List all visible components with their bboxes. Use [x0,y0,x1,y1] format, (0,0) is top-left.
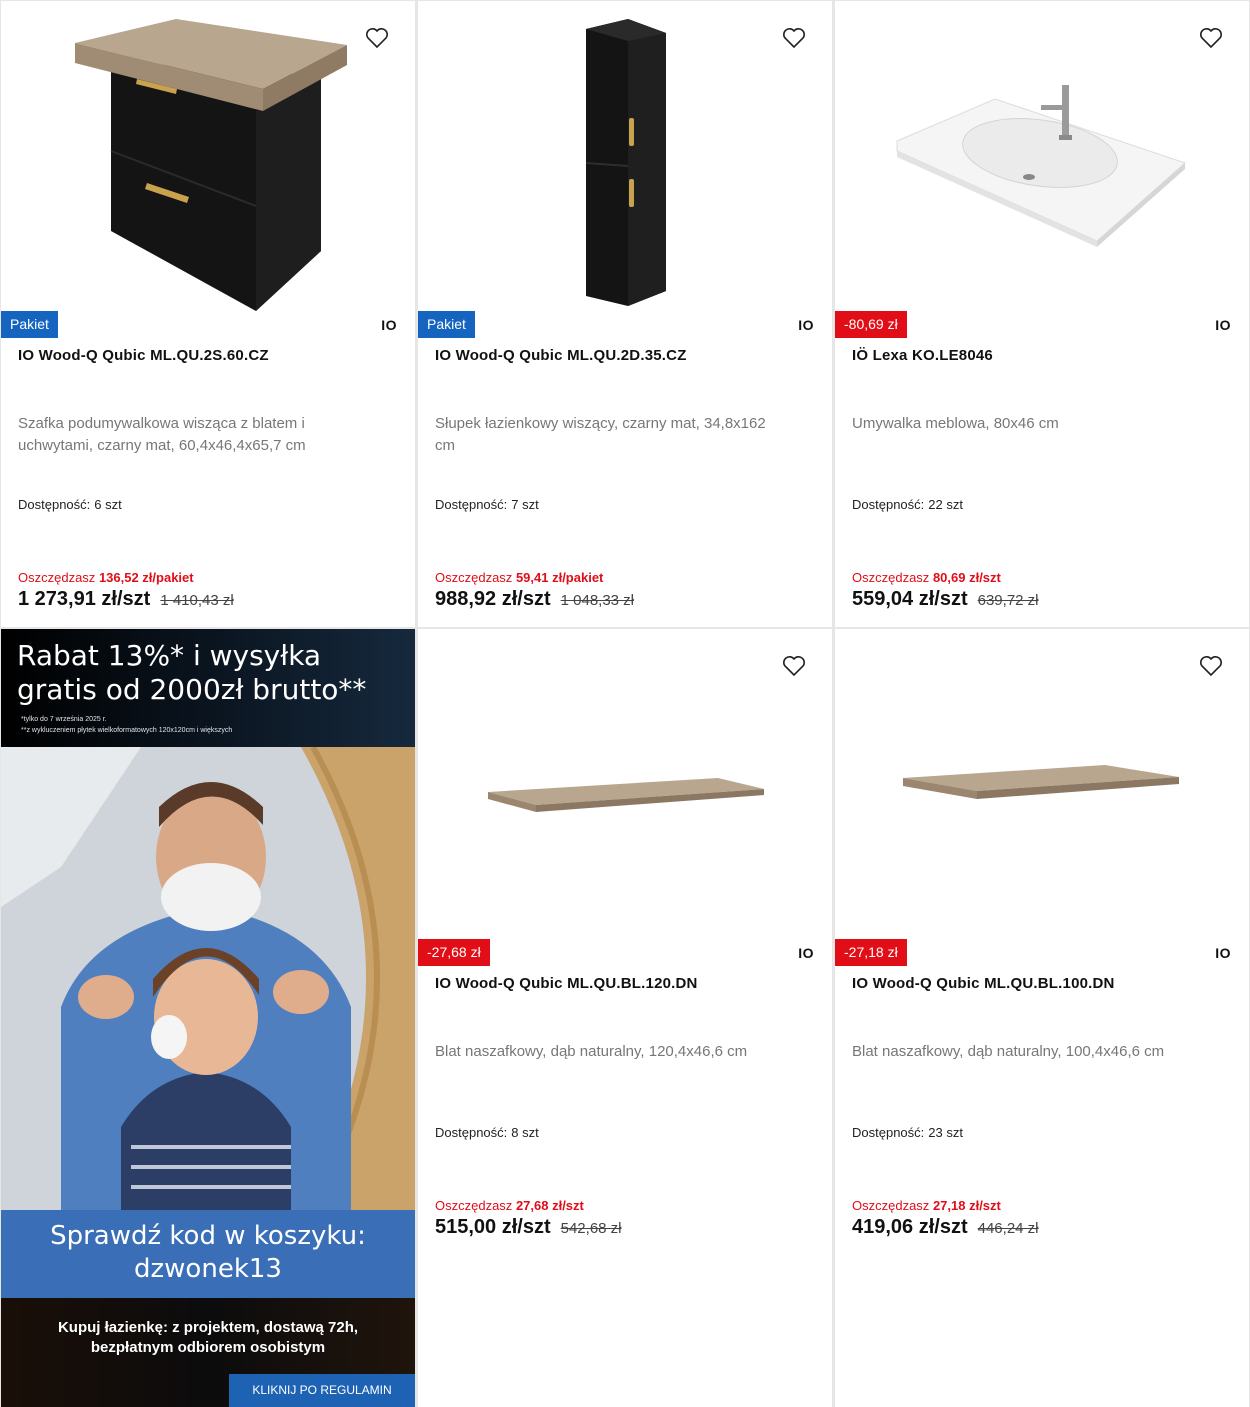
package-badge: Pakiet [1,311,58,338]
banner-headline-line1: Rabat 13%* i wysyłka [17,639,322,672]
banner-note-1: *tylko do 7 września 2025 r. [21,716,107,723]
banner-notes: *tylko do 7 września 2025 r. **z wyklucz… [21,714,232,736]
banner-buy-line1: Kupuj łazienkę: z projektem, dostawą 72h… [57,1319,359,1336]
discount-badge: -27,18 zł [835,939,907,966]
product-card[interactable]: -80,69 zł IO IÖ Lexa KO.LE8046 Umywalka … [835,1,1249,627]
product-card[interactable]: -27,68 zł IO IO Wood-Q Qubic ML.QU.BL.12… [418,629,832,1407]
heart-icon[interactable] [365,27,389,49]
brand-logo: IO [798,317,814,333]
savings-label: Oszczędzasz [852,570,930,585]
product-description: Szafka podumywalkowa wisząca z blatem i … [18,415,306,454]
availability-label: Dostępność: [852,1125,925,1140]
savings-value: 59,41 zł/pakiet [515,570,604,585]
product-description: Słupek łazienkowy wiszący, czarny mat, 3… [435,415,766,454]
banner-buy-line2: bezpłatnym odbiorem osobistym [90,1339,326,1356]
product-grid: Pakiet IO IO Wood-Q Qubic ML.QU.2S.60.CZ… [0,0,1250,1407]
brand-logo: IO [1215,945,1231,961]
product-title[interactable]: IO Wood-Q Qubic ML.QU.2D.35.CZ [435,347,818,364]
savings: Oszczędzasz 27,68 zł/szt [435,1198,584,1213]
availability-value: 8 szt [511,1125,539,1140]
banner-code-line2: dzwonek13 [134,1254,282,1284]
old-price: 542,68 zł [560,1220,622,1237]
availability-label: Dostępność: [435,497,508,512]
product-description: Blat naszafkowy, dąb naturalny, 120,4x46… [435,1043,748,1060]
product-title[interactable]: IO Wood-Q Qubic ML.QU.BL.120.DN [435,975,818,992]
availability: Dostępność: 7 szt [435,497,539,512]
package-badge: Pakiet [418,311,475,338]
availability: Dostępność: 23 szt [852,1125,963,1140]
banner-footer: Kupuj łazienkę: z projektem, dostawą 72h… [1,1298,415,1407]
price-row: 1 273,91 zł/szt 1 410,43 zł [18,588,234,611]
savings-label: Oszczędzasz [18,570,96,585]
discount-badge: -27,68 zł [418,939,490,966]
banner-buy-text: Kupuj łazienkę: z projektem, dostawą 72h… [1,1318,415,1358]
promo-banner[interactable]: Rabat 13%* i wysyłka gratis od 2000zł br… [1,629,415,1407]
price: 1 273,91 zł/szt [18,588,151,610]
availability-value: 6 szt [94,497,122,512]
price: 559,04 zł/szt [852,588,968,610]
product-card[interactable]: Pakiet IO IO Wood-Q Qubic ML.QU.2S.60.CZ… [1,1,415,627]
product-title[interactable]: IO Wood-Q Qubic ML.QU.2S.60.CZ [18,347,401,364]
savings: Oszczędzasz 80,69 zł/szt [852,570,1001,585]
banner-code-section: Sprawdź kod w koszyku: dzwonek13 [1,1210,415,1298]
savings-label: Oszczędzasz [435,1198,513,1213]
product-description: Blat naszafkowy, dąb naturalny, 100,4x46… [852,1043,1165,1060]
price-row: 419,06 zł/szt 446,24 zł [852,1216,1039,1239]
old-price: 1 410,43 zł [160,592,234,609]
washbasin-image[interactable] [835,1,1249,311]
brand-logo: IO [381,317,397,333]
banner-headline: Rabat 13%* i wysyłka gratis od 2000zł br… [17,639,366,707]
terms-button[interactable]: KLIKNIJ PO REGULAMIN [229,1374,415,1407]
price-row: 515,00 zł/szt 542,68 zł [435,1216,622,1239]
old-price: 446,24 zł [977,1220,1039,1237]
banner-code: Sprawdź kod w koszyku: dzwonek13 [1,1220,415,1286]
savings: Oszczędzasz 136,52 zł/pakiet [18,570,194,585]
product-description: Umywalka meblowa, 80x46 cm [852,415,1059,432]
product-card[interactable]: Pakiet IO IO Wood-Q Qubic ML.QU.2D.35.CZ… [418,1,832,627]
availability-label: Dostępność: [18,497,91,512]
savings-value: 27,68 zł/szt [515,1198,584,1213]
cabinet-image[interactable] [1,1,415,311]
brand-logo: IO [798,945,814,961]
banner-note-2: **z wykluczeniem płytek wielkoformatowyc… [21,727,233,734]
banner-photo [1,747,415,1210]
price-row: 988,92 zł/szt 1 048,33 zł [435,588,634,611]
availability-label: Dostępność: [435,1125,508,1140]
availability-value: 7 szt [511,497,539,512]
savings-value: 27,18 zł/szt [932,1198,1001,1213]
banner-header: Rabat 13%* i wysyłka gratis od 2000zł br… [1,629,415,747]
banner-code-line1: Sprawdź kod w koszyku: [50,1221,366,1251]
brand-logo: IO [1215,317,1231,333]
availability: Dostępność: 22 szt [852,497,963,512]
old-price: 1 048,33 zł [560,592,635,609]
countertop-image[interactable] [835,629,1249,939]
price: 988,92 zł/szt [435,588,551,610]
price: 419,06 zł/szt [852,1216,968,1238]
savings-label: Oszczędzasz [435,570,513,585]
availability: Dostępność: 6 szt [18,497,122,512]
price: 515,00 zł/szt [435,1216,551,1238]
savings-value: 136,52 zł/pakiet [98,570,194,585]
heart-icon[interactable] [1199,655,1223,677]
banner-headline-line2: gratis od 2000zł brutto** [17,673,367,706]
availability-label: Dostępność: [852,497,925,512]
heart-icon[interactable] [782,655,806,677]
savings-label: Oszczędzasz [852,1198,930,1213]
availability-value: 22 szt [928,497,963,512]
heart-icon[interactable] [782,27,806,49]
old-price: 639,72 zł [977,592,1039,609]
savings: Oszczędzasz 59,41 zł/pakiet [435,570,603,585]
savings-value: 80,69 zł/szt [932,570,1001,585]
discount-badge: -80,69 zł [835,311,907,338]
tall-cabinet-image[interactable] [418,1,832,311]
product-title[interactable]: IÖ Lexa KO.LE8046 [852,347,1235,364]
savings: Oszczędzasz 27,18 zł/szt [852,1198,1001,1213]
availability: Dostępność: 8 szt [435,1125,539,1140]
product-card[interactable]: -27,18 zł IO IO Wood-Q Qubic ML.QU.BL.10… [835,629,1249,1407]
availability-value: 23 szt [928,1125,963,1140]
price-row: 559,04 zł/szt 639,72 zł [852,588,1039,611]
product-title[interactable]: IO Wood-Q Qubic ML.QU.BL.100.DN [852,975,1235,992]
heart-icon[interactable] [1199,27,1223,49]
countertop-image[interactable] [418,629,832,939]
